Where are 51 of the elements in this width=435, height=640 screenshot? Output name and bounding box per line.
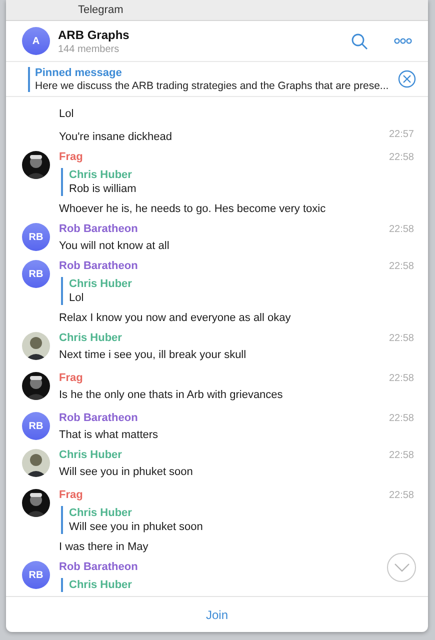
sender-name: Chris Huber (59, 332, 122, 344)
reply-author: Chris Huber (69, 277, 132, 291)
message-time: 22:58 (388, 412, 414, 424)
message-time: 22:58 (388, 449, 414, 461)
message-text: Relax I know you now and everyone as all okay (59, 311, 291, 325)
pinned-label: Pinned message (35, 66, 123, 78)
sender-name: Rob Baratheon (59, 561, 138, 573)
sender-name: Chris Huber (59, 449, 122, 461)
pinned-text: Here we discuss the ARB trading strategies and the Graphs that are prese... (35, 80, 390, 92)
join-button[interactable]: Join (196, 604, 238, 626)
reply-author: Chris Huber (69, 506, 133, 520)
chat-title: ARB Graphs (58, 28, 130, 42)
message-text: I was there in May (59, 540, 148, 554)
message-time: 22:58 (388, 332, 414, 344)
message-time: 22:58 (388, 372, 414, 384)
message-text: Will see you in phuket soon (59, 465, 193, 479)
member-count: 144 members (58, 44, 120, 54)
close-icon[interactable] (398, 70, 416, 88)
message-text: That is what matters (59, 428, 158, 442)
avatar: RB (22, 412, 50, 440)
message-time: 22:58 (388, 260, 414, 272)
reply-text: Rob is william (69, 182, 136, 196)
reply-text: Will see you in phuket soon (69, 520, 203, 534)
avatar: RB (22, 260, 50, 288)
more-icon[interactable] (394, 38, 412, 44)
scroll-down-button[interactable] (387, 553, 416, 582)
sender-name: Rob Baratheon (59, 260, 138, 272)
message-time: 22:58 (388, 223, 414, 235)
reply-author: Chris Huber (69, 168, 133, 182)
message-text: Whoever he is, he needs to go. Hes become very toxic (59, 202, 326, 216)
sender-name: Rob Baratheon (59, 223, 138, 235)
message-time: 22:58 (388, 489, 414, 501)
message-time: 22:57 (388, 128, 414, 140)
message-text: You're insane dickhead (59, 130, 172, 144)
group-avatar: A (22, 27, 50, 55)
message-text: You will not know at all (59, 239, 170, 253)
sender-name: Frag (59, 151, 83, 163)
avatar: RB (22, 223, 50, 251)
sender-name: Rob Baratheon (59, 412, 138, 424)
message-text: Is he the only one thats in Arb with grievances (59, 388, 283, 402)
reply-author: Chris Huber (69, 578, 132, 592)
message-text: Lol (59, 107, 74, 121)
search-icon[interactable] (351, 32, 368, 50)
window-title: Telegram (78, 4, 124, 16)
avatar: RB (22, 561, 50, 589)
chevron-down-icon (394, 563, 410, 572)
message-text: Next time i see you, ill break your skull (59, 348, 246, 362)
reply-text: Lol (69, 291, 85, 305)
sender-name: Frag (59, 489, 83, 501)
sender-name: Frag (59, 372, 83, 384)
message-time: 22:58 (388, 151, 414, 163)
